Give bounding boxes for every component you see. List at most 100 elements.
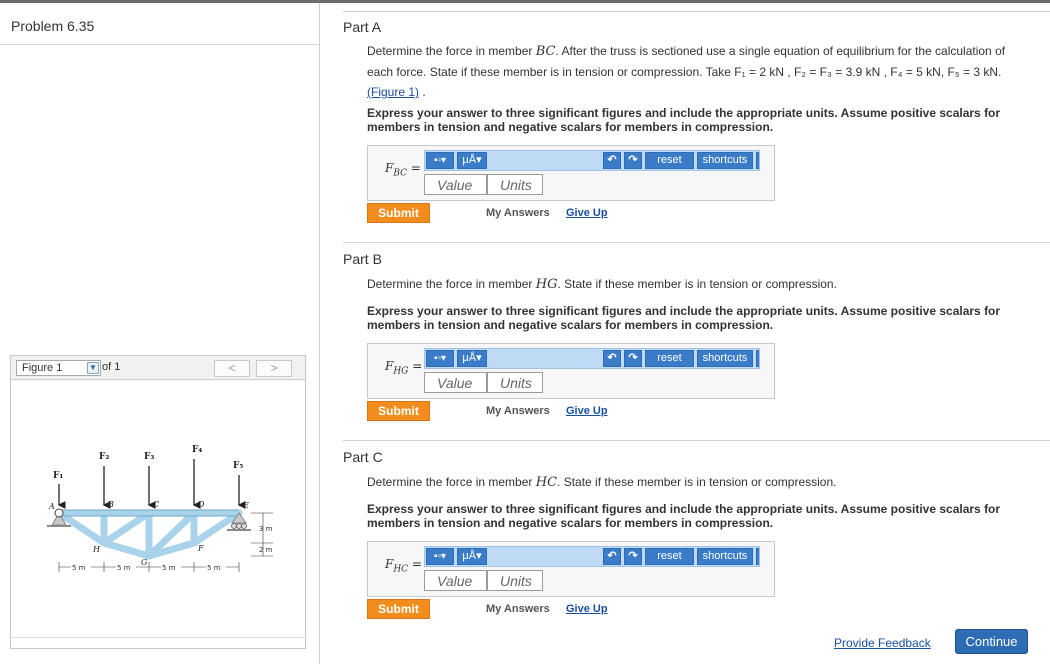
units-button[interactable]: μÅ▾ [457,548,487,565]
label-h: H [92,545,101,554]
part-b-prompt: Determine the force in member HG. State … [367,274,1032,295]
figure-select-value: Figure 1 [22,362,63,374]
provide-feedback-link[interactable]: Provide Feedback [834,636,931,650]
part-c-instruction: Express your answer to three significant… [367,502,1001,530]
more-button[interactable] [756,152,759,169]
part-a-answer-label: FBC = [385,161,421,178]
value-input[interactable]: Value [424,174,487,195]
label-a: A [48,502,55,511]
dim-5m-4: 5 m [207,564,221,572]
divider [343,440,1050,441]
label-sub: HC [393,564,409,575]
label-b: B [107,500,114,509]
part-c-title: Part C [343,449,383,465]
label-e: E [242,501,249,510]
part-b-instruction: Express your answer to three significant… [367,304,1001,332]
problem-header: Problem 6.35 [0,3,319,45]
part-c-editor-toolbar: ▪▫▾ μÅ▾ ↶ ↷ reset shortcuts [424,546,760,567]
value-input[interactable]: Value [424,570,487,591]
label-f: F [197,544,204,553]
label-sub: BC [393,168,407,179]
templates-button[interactable]: ▪▫▾ [426,548,454,565]
figure-viewer: Figure 1 ▼ of 1 < > F₁ F₂ F₃ F₄ F₅ A B C… [10,355,306,649]
templates-button[interactable]: ▪▫▾ [426,152,454,169]
units-button[interactable]: μÅ▾ [457,152,487,169]
shortcuts-button[interactable]: shortcuts [697,548,753,565]
part-c-answer-label: FHC = [385,557,422,574]
label-c: C [153,500,159,509]
undo-icon[interactable]: ↶ [603,152,621,169]
part-b-my-answers[interactable]: My Answers [486,405,550,417]
reset-button[interactable]: reset [645,548,694,565]
figure-link-tail: . [419,85,426,99]
templates-button[interactable]: ▪▫▾ [426,350,454,367]
figure-canvas: F₁ F₂ F₃ F₄ F₅ A B C D E F G H 3 m 2 m 5… [11,381,305,648]
redo-icon[interactable]: ↷ [624,350,642,367]
reset-button[interactable]: reset [645,152,694,169]
label-f2: F₂ [99,452,109,462]
figure-link[interactable]: (Figure 1) [367,85,419,99]
label-d: D [197,500,205,509]
dim-2m: 2 m [259,546,273,554]
label-eq: = [408,557,422,571]
part-b-editor-toolbar: ▪▫▾ μÅ▾ ↶ ↷ reset shortcuts [424,348,760,369]
label-eq: = [408,359,423,373]
part-a-member: BC [535,44,556,59]
part-a-submit-button[interactable]: Submit [367,203,430,223]
figure-next-button[interactable]: > [256,360,292,377]
value-input[interactable]: Value [424,372,487,393]
left-panel: Problem 6.35 Figure 1 ▼ of 1 < > F₁ F₂ F… [0,3,320,664]
label-f5: F₅ [233,461,243,471]
redo-icon[interactable]: ↷ [624,548,642,565]
part-c-my-answers[interactable]: My Answers [486,603,550,615]
part-a-my-answers[interactable]: My Answers [486,207,550,219]
units-input[interactable]: Units [487,570,543,591]
more-button[interactable] [756,350,759,367]
part-a-instruction: Express your answer to three significant… [367,106,1001,134]
part-c-prompt-rest: . State if these member is in tension or… [557,475,837,489]
dim-3m: 3 m [259,525,273,533]
label-sub: HG [393,366,409,377]
problem-title: Problem 6.35 [11,18,95,34]
part-b-title: Part B [343,251,382,267]
label-f1: F₁ [53,471,63,481]
part-c-give-up[interactable]: Give Up [566,603,608,615]
truss-diagram: F₁ F₂ F₃ F₄ F₅ A B C D E F G H 3 m 2 m 5… [47,445,273,572]
part-a-prompt-text: Determine the force in member [367,44,536,58]
load-arrows [57,459,246,509]
shortcuts-button[interactable]: shortcuts [697,152,753,169]
label-f3: F₃ [144,452,154,462]
part-a-give-up[interactable]: Give Up [566,207,608,219]
more-button[interactable] [756,548,759,565]
part-b-give-up[interactable]: Give Up [566,405,608,417]
main-content: Part A Determine the force in member BC.… [321,3,1050,664]
figure-select[interactable]: Figure 1 ▼ [16,360,101,376]
part-b-prompt-text: Determine the force in member [367,277,536,291]
figure-prev-button[interactable]: < [214,360,250,377]
part-b-member: HG [535,277,558,292]
units-input[interactable]: Units [487,372,543,393]
part-b-answer-box: FHG = ▪▫▾ μÅ▾ ↶ ↷ reset shortcuts Value … [367,343,775,399]
redo-icon[interactable]: ↷ [624,152,642,169]
part-b-prompt-rest: . State if these member is in tension or… [557,277,837,291]
reset-button[interactable]: reset [645,350,694,367]
label-g: G [141,558,148,567]
part-b-answer-label: FHG = [385,359,422,376]
units-button[interactable]: μÅ▾ [457,350,487,367]
part-a-answer-box: FBC = ▪▫▾ μÅ▾ ↶ ↷ reset shortcuts Value … [367,145,775,201]
truss-members [55,509,243,560]
undo-icon[interactable]: ↶ [603,350,621,367]
part-c-submit-button[interactable]: Submit [367,599,430,619]
units-input[interactable]: Units [487,174,543,195]
continue-button[interactable]: Continue [955,629,1028,654]
part-a-editor-toolbar: ▪▫▾ μÅ▾ ↶ ↷ reset shortcuts [424,150,760,171]
label-eq: = [407,161,421,175]
part-c-member: HC [535,475,558,490]
undo-icon[interactable]: ↶ [603,548,621,565]
part-a-title: Part A [343,19,382,35]
divider [343,242,1050,243]
part-b-submit-button[interactable]: Submit [367,401,430,421]
divider [343,11,1050,12]
shortcuts-button[interactable]: shortcuts [697,350,753,367]
figure-toolbar: Figure 1 ▼ of 1 < > [11,356,305,380]
